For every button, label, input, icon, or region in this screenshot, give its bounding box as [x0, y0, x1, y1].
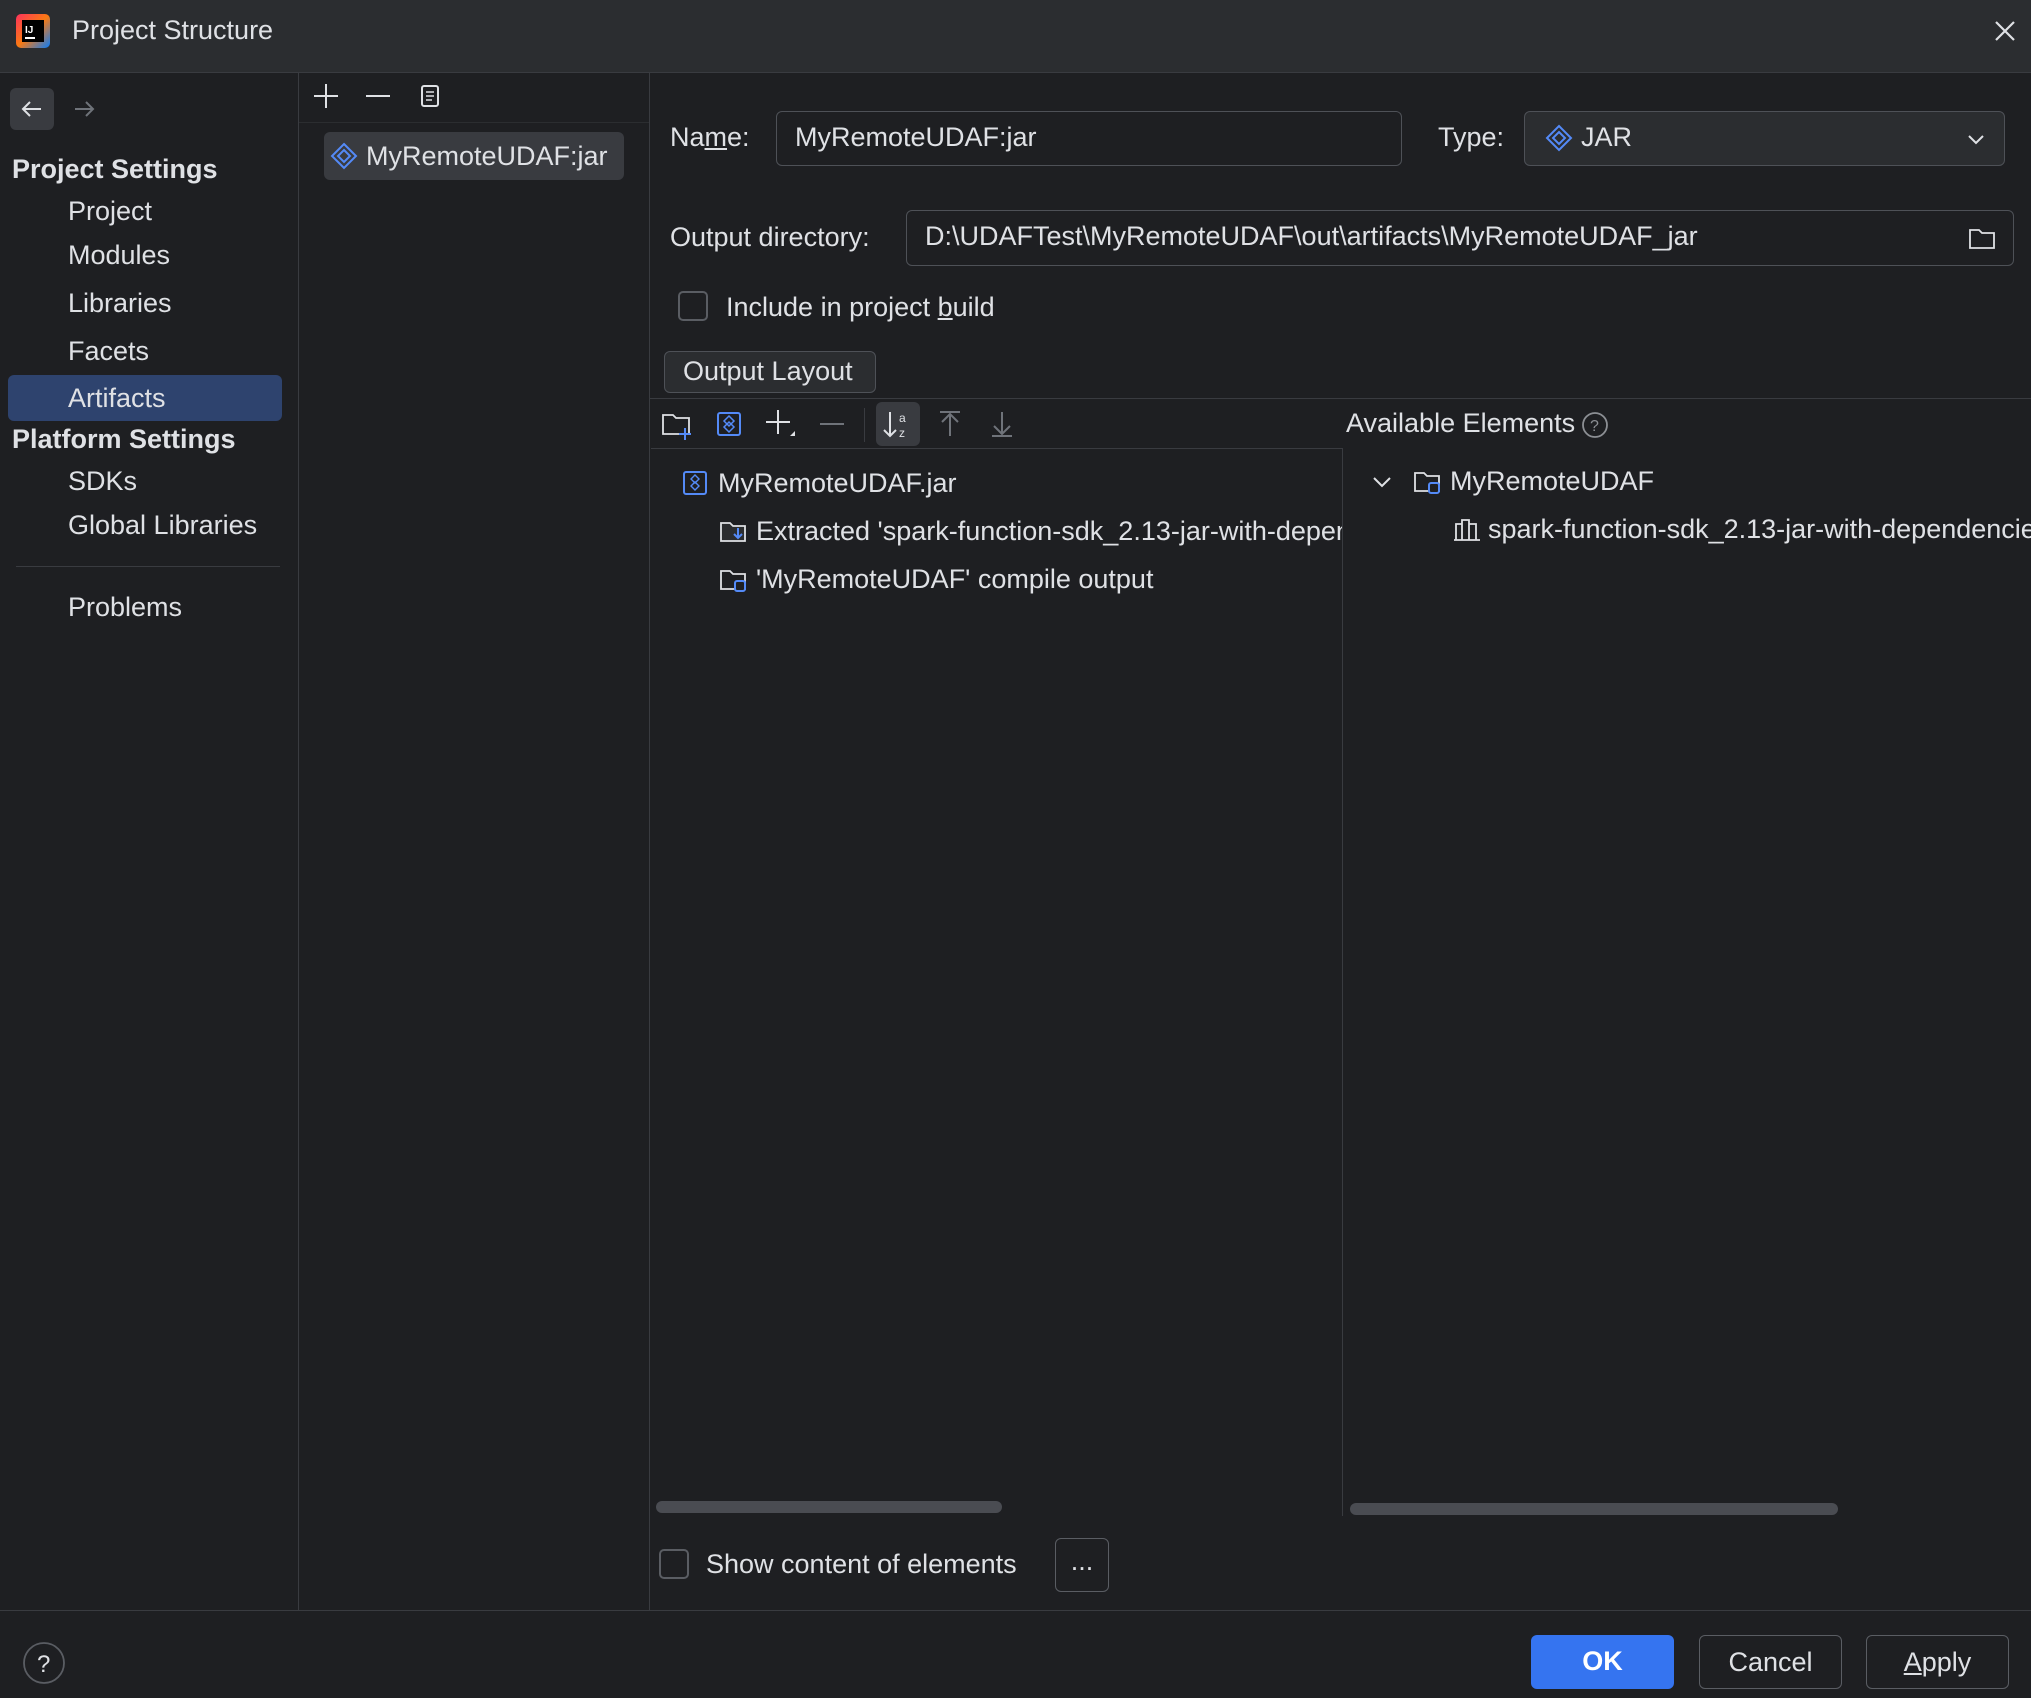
svg-text:?: ?	[1590, 418, 1599, 435]
tree-item-compile-output[interactable]: 'MyRemoteUDAF' compile output	[718, 558, 1338, 602]
back-button[interactable]	[10, 88, 54, 130]
nav-item-modules[interactable]: Modules	[8, 232, 282, 278]
svg-text:z: z	[899, 426, 905, 440]
artifacts-list-panel	[299, 73, 650, 1610]
tree-item-label: MyRemoteUDAF	[1450, 466, 1655, 496]
more-options-button[interactable]: ...	[1055, 1538, 1109, 1592]
module-folder-icon	[1414, 472, 1440, 494]
module-folder-icon	[720, 570, 746, 592]
remove-element-icon[interactable]	[814, 406, 850, 442]
artifact-list-item[interactable]: MyRemoteUDAF:jar	[324, 132, 624, 180]
archive-icon[interactable]	[711, 406, 747, 442]
svg-text:a: a	[899, 411, 906, 425]
extracted-archive-icon	[720, 522, 746, 542]
output-directory-value: D:\UDAFTest\MyRemoteUDAF\out\artifacts\M…	[925, 221, 1698, 251]
jar-archive-icon	[683, 471, 707, 495]
move-down-icon[interactable]	[984, 406, 1020, 442]
nav-item-facets[interactable]: Facets	[8, 328, 282, 374]
available-tree-item-library[interactable]: spark-function-sdk_2.13-jar-with-depende…	[1452, 508, 2031, 552]
title-bar	[0, 0, 2031, 73]
project-settings-header: Project Settings	[12, 154, 218, 184]
svg-text:?: ?	[37, 1651, 50, 1678]
nav-item-label: Facets	[68, 336, 150, 366]
nav-item-artifacts[interactable]: Artifacts	[8, 375, 282, 421]
svg-text:IJ: IJ	[25, 25, 33, 36]
nav-item-label: SDKs	[68, 466, 138, 496]
help-question-icon[interactable]: ?	[1580, 410, 1610, 440]
platform-settings-header: Platform Settings	[12, 424, 236, 454]
output-directory-label: Output directory:	[670, 222, 870, 252]
copy-icon[interactable]	[414, 80, 446, 112]
tab-output-layout-label: Output Layout	[683, 356, 853, 386]
nav-item-label: Problems	[68, 592, 183, 622]
include-in-build-checkbox[interactable]	[678, 291, 708, 321]
sort-button[interactable]: az	[876, 402, 920, 446]
folder-browse-icon[interactable]	[1967, 223, 1997, 253]
arrow-right-icon	[75, 101, 95, 117]
output-directory-field[interactable]: D:\UDAFTest\MyRemoteUDAF\out\artifacts\M…	[906, 210, 2014, 266]
intellij-logo-icon: IJ	[16, 14, 50, 48]
new-folder-icon[interactable]	[659, 406, 695, 442]
nav-item-label: Libraries	[68, 288, 172, 318]
nav-item-libraries[interactable]: Libraries	[8, 280, 282, 326]
name-label: Name:	[670, 122, 750, 152]
chevron-down-icon	[1968, 135, 1984, 145]
chevron-down-icon[interactable]	[1370, 470, 1394, 494]
nav-divider	[16, 566, 280, 567]
available-elements-label: Available Elements	[1346, 408, 1576, 438]
available-tree-item-module[interactable]: MyRemoteUDAF	[1370, 460, 2030, 504]
toolbar-separator	[299, 122, 649, 123]
close-icon[interactable]	[1990, 16, 2020, 46]
nav-item-label: Modules	[68, 240, 171, 270]
nav-item-problems[interactable]: Problems	[8, 584, 282, 630]
help-icon[interactable]: ?	[22, 1641, 66, 1685]
tree-item-label: Extracted 'spark-function-sdk_2.13-jar-w…	[756, 516, 1342, 546]
cancel-button[interactable]: Cancel	[1699, 1635, 1842, 1689]
nav-item-sdks[interactable]: SDKs	[8, 458, 282, 504]
tree-item-extracted-jar[interactable]: Extracted 'spark-function-sdk_2.13-jar-w…	[718, 510, 1342, 554]
artifact-item-label: MyRemoteUDAF:jar	[366, 141, 608, 171]
nav-item-label: Project	[68, 196, 153, 226]
tab-separator	[650, 398, 2031, 399]
arrow-left-icon	[21, 101, 41, 117]
nav-item-global-libraries[interactable]: Global Libraries	[8, 502, 282, 548]
toolbar-divider	[864, 408, 865, 442]
sort-alphabetically-icon: az	[883, 411, 906, 440]
apply-button[interactable]: Apply	[1866, 1635, 2009, 1689]
type-dropdown[interactable]: JAR	[1524, 111, 2005, 166]
window-title: Project Structure	[72, 15, 274, 45]
ok-button[interactable]: OK	[1531, 1635, 1674, 1689]
forward-button[interactable]	[64, 88, 104, 130]
add-element-icon[interactable]	[762, 406, 798, 442]
available-elements-scrollbar[interactable]	[1350, 1503, 1838, 1515]
show-content-label: Show content of elements	[706, 1549, 1017, 1579]
tree-item-label: MyRemoteUDAF.jar	[718, 468, 957, 498]
include-in-build-label: Include in project build	[726, 292, 995, 322]
type-dropdown-value: JAR	[1581, 122, 1633, 152]
show-content-checkbox[interactable]	[659, 1549, 689, 1579]
move-up-icon[interactable]	[932, 406, 968, 442]
library-icon	[1454, 519, 1480, 541]
jar-artifact-icon	[330, 142, 358, 170]
remove-icon[interactable]	[362, 80, 394, 112]
type-label: Type:	[1438, 122, 1505, 152]
output-layout-tree[interactable]	[651, 448, 1343, 1516]
tree-item-jar[interactable]: MyRemoteUDAF.jar	[680, 462, 1340, 506]
nav-item-project[interactable]: Project	[8, 188, 282, 234]
nav-item-label: Global Libraries	[68, 510, 258, 540]
jar-artifact-icon	[1545, 124, 1573, 152]
tree-item-label: spark-function-sdk_2.13-jar-with-depende…	[1488, 514, 2031, 544]
layout-tree-scrollbar[interactable]	[656, 1501, 1002, 1513]
tree-item-label: 'MyRemoteUDAF' compile output	[756, 564, 1154, 594]
name-field[interactable]: MyRemoteUDAF:jar	[776, 111, 1402, 166]
name-field-value: MyRemoteUDAF:jar	[795, 122, 1037, 152]
nav-item-label: Artifacts	[68, 383, 166, 413]
tab-output-layout[interactable]: Output Layout	[664, 351, 876, 393]
add-icon[interactable]	[310, 80, 342, 112]
